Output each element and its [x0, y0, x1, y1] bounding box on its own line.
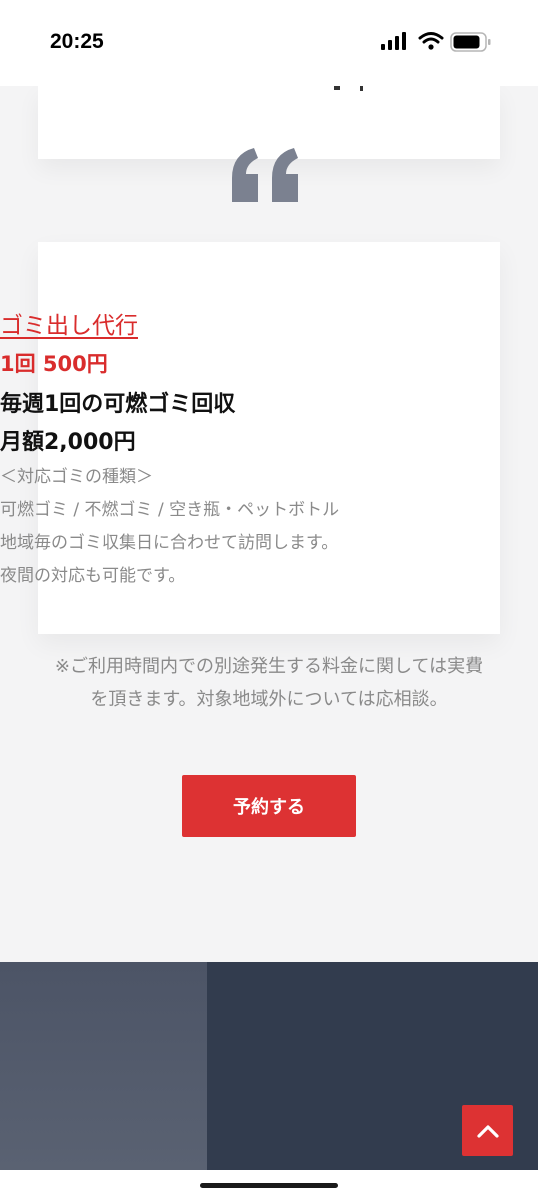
scroll-to-top-button[interactable]: [462, 1105, 513, 1156]
additional-fee-note: ※ご利用時間内での別途発生する料金に関しては実費 を頂きます。対象地域外について…: [24, 650, 514, 716]
reserve-button[interactable]: 予約する: [182, 775, 356, 837]
service-title: ゴミ出し代行: [0, 313, 138, 339]
quote-icon: [232, 148, 298, 202]
battery-icon: [450, 32, 491, 52]
night-service-note: 夜間の対応も可能です。: [0, 566, 186, 586]
status-bar: 20:25: [0, 0, 538, 86]
browser-bottom-bar: [0, 1170, 538, 1200]
cellular-signal-icon: [381, 32, 406, 50]
chevron-up-icon: [476, 1124, 499, 1138]
cropped-text-fragment: [334, 86, 363, 91]
testimonial-image-panel: [0, 962, 207, 1200]
wifi-icon: [418, 32, 444, 50]
section-gap: [0, 938, 538, 962]
home-indicator[interactable]: [200, 1183, 338, 1188]
fee-note-line-2: を頂きます。対象地域外については応相談。: [90, 689, 448, 710]
status-time: 20:25: [50, 30, 104, 53]
monthly-price: 月額2,000円: [0, 430, 136, 455]
garbage-types-list: 可燃ゴミ / 不燃ゴミ / 空き瓶・ペットボトル: [0, 500, 340, 520]
testimonial-section: [0, 962, 538, 1200]
garbage-types-heading: ＜対応ゴミの種類＞: [0, 467, 153, 487]
fee-note-line-1: ※ご利用時間内での別途発生する料金に関しては実費: [54, 656, 484, 677]
visit-schedule-note: 地域毎のゴミ収集日に合わせて訪問します。: [0, 533, 339, 553]
service-price-per-visit: 1回 500円: [0, 352, 108, 376]
weekly-plan-label: 毎週1回の可燃ゴミ回収: [0, 392, 236, 417]
